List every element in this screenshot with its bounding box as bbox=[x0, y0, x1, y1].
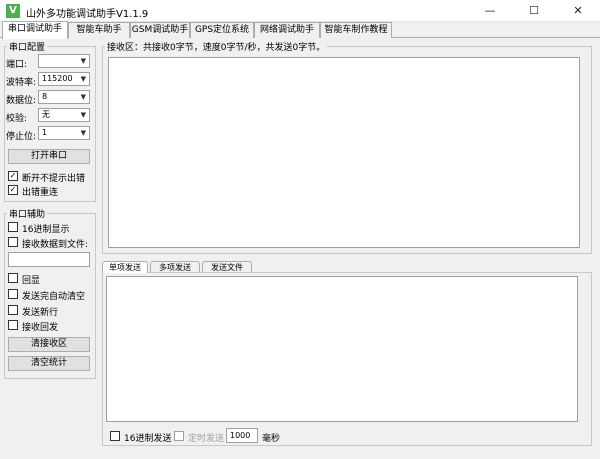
echo-checkbox[interactable] bbox=[8, 273, 18, 283]
recv-reply-checkbox[interactable] bbox=[8, 320, 18, 330]
hex-display-label: 16进制显示 bbox=[22, 225, 70, 235]
interval-input[interactable]: 1000 bbox=[226, 428, 258, 443]
close-button[interactable]: ✕ bbox=[556, 0, 600, 22]
send-newline-checkbox[interactable] bbox=[8, 305, 18, 315]
parity-select[interactable]: 无 ▼ bbox=[38, 108, 90, 122]
tab-smart-car-tutorial[interactable]: 智能车制作教程 bbox=[320, 22, 392, 38]
port-select[interactable]: ▼ bbox=[38, 54, 90, 68]
check-icon: ✓ bbox=[9, 171, 17, 180]
serial-config-title: 串口配置 bbox=[7, 40, 48, 53]
subtab-single-send[interactable]: 单项发送 bbox=[102, 261, 148, 273]
stopbits-label: 停止位: bbox=[6, 132, 37, 142]
open-port-button[interactable]: 打开串口 bbox=[8, 149, 90, 164]
tab-smart-car[interactable]: 智能车助手 bbox=[68, 22, 130, 38]
minimize-button[interactable]: — bbox=[468, 0, 512, 22]
window-title: 山外多功能调试助手V1.1.9 bbox=[26, 9, 149, 20]
databits-label: 数据位: bbox=[6, 96, 37, 106]
port-label: 端口: bbox=[6, 60, 28, 70]
parity-label: 校验: bbox=[6, 114, 28, 124]
chevron-down-icon: ▼ bbox=[80, 93, 86, 101]
databits-select[interactable]: 8 ▼ bbox=[38, 90, 90, 104]
chevron-down-icon: ▼ bbox=[80, 57, 86, 65]
auto-clear-label: 发送完自动清空 bbox=[22, 292, 86, 302]
receive-status: 接收区：共接收0字节，速度0字节/秒，共发送0字节。 bbox=[105, 40, 328, 53]
chevron-down-icon: ▼ bbox=[80, 75, 86, 83]
tab-gps-system[interactable]: GPS定位系统 bbox=[190, 22, 254, 38]
timed-send-label: 定时发送 bbox=[188, 434, 225, 444]
clear-receive-button[interactable]: 清接收区 bbox=[8, 337, 90, 352]
send-newline-label: 发送新行 bbox=[22, 308, 59, 318]
databits-value: 8 bbox=[42, 92, 48, 101]
hex-send-label: 16进制发送 bbox=[124, 434, 172, 444]
clear-stats-button[interactable]: 清空统计 bbox=[8, 356, 90, 371]
reconnect-label: 出错重连 bbox=[22, 188, 59, 198]
recv-reply-label: 接收回发 bbox=[22, 323, 59, 333]
reconnect-checkbox[interactable]: ✓ bbox=[8, 185, 18, 195]
chevron-down-icon: ▼ bbox=[80, 129, 86, 137]
serial-aux-title: 串口辅助 bbox=[7, 207, 48, 220]
file-path-input[interactable] bbox=[8, 252, 90, 267]
stopbits-select[interactable]: 1 ▼ bbox=[38, 126, 90, 140]
send-textarea[interactable] bbox=[106, 276, 578, 422]
baud-select[interactable]: 115200 ▼ bbox=[38, 72, 90, 86]
baud-label: 波特率: bbox=[6, 78, 37, 88]
chevron-down-icon: ▼ bbox=[80, 111, 86, 119]
auto-clear-checkbox[interactable] bbox=[8, 289, 18, 299]
save-to-file-checkbox[interactable] bbox=[8, 237, 18, 247]
save-to-file-label: 接收数据到文件: bbox=[22, 240, 89, 250]
parity-value: 无 bbox=[42, 110, 50, 119]
no-error-prompt-checkbox[interactable]: ✓ bbox=[8, 171, 18, 181]
no-error-prompt-label: 断开不提示出错 bbox=[22, 174, 86, 184]
baud-value: 115200 bbox=[42, 74, 73, 83]
maximize-button[interactable]: ☐ bbox=[512, 0, 556, 22]
tab-serial-debug[interactable]: 串口调试助手 bbox=[2, 21, 68, 39]
check-icon: ✓ bbox=[9, 185, 17, 194]
tab-gsm-debug[interactable]: GSM调试助手 bbox=[130, 22, 190, 38]
hex-display-checkbox[interactable] bbox=[8, 222, 18, 232]
tab-network-debug[interactable]: 网络调试助手 bbox=[254, 22, 320, 38]
echo-label: 回显 bbox=[22, 276, 41, 286]
app-icon: V bbox=[6, 4, 20, 18]
timed-send-checkbox[interactable] bbox=[174, 431, 184, 441]
interval-unit-label: 毫秒 bbox=[262, 434, 281, 444]
receive-textarea[interactable] bbox=[108, 57, 580, 248]
stopbits-value: 1 bbox=[42, 128, 48, 137]
hex-send-checkbox[interactable] bbox=[110, 431, 120, 441]
